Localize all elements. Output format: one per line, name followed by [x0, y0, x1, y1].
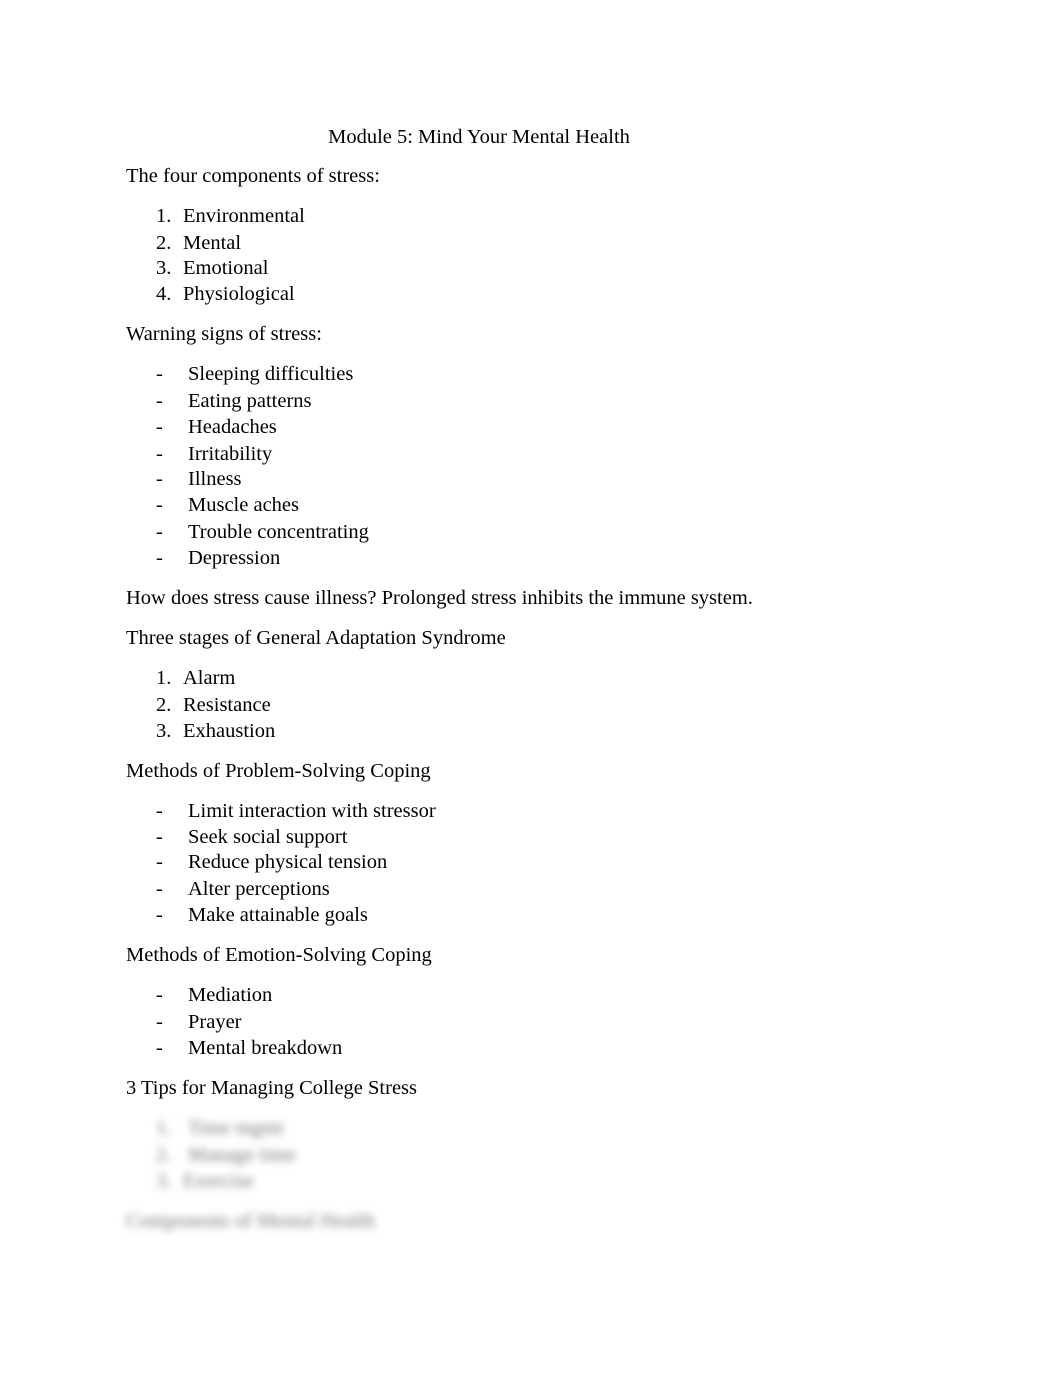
document-page: Module 5: Mind Your Mental Health The fo…: [0, 0, 1062, 1377]
mental-health-heading: Components of Mental Health: [126, 1210, 375, 1232]
tips-heading: 3 Tips for Managing College Stress: [126, 1077, 417, 1099]
document-title: Module 5: Mind Your Mental Health: [328, 126, 630, 148]
components-heading: The four components of stress:: [126, 165, 380, 187]
emotion-coping-heading: Methods of Emotion-Solving Coping: [126, 944, 432, 966]
warning-signs-heading: Warning signs of stress:: [126, 323, 322, 345]
problem-coping-heading: Methods of Problem-Solving Coping: [126, 760, 431, 782]
gas-heading: Three stages of General Adaptation Syndr…: [126, 627, 506, 649]
illness-paragraph: How does stress cause illness? Prolonged…: [126, 587, 753, 609]
